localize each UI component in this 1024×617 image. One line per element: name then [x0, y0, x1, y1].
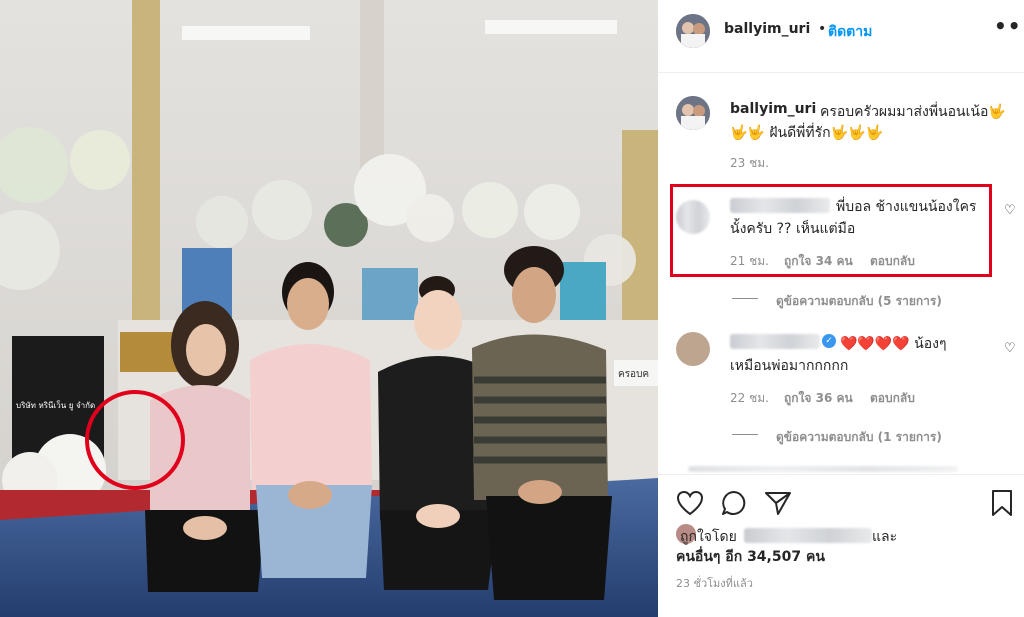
follow-button[interactable]: ติดตาม [828, 21, 872, 43]
funeral-family-photo: บริษัท หรินีเว็น ยู จำกัด ครอบค [0, 0, 658, 617]
comment-username-blurred[interactable] [730, 198, 830, 213]
comment-likes[interactable]: ถูกใจ 36 คน [784, 389, 853, 408]
comment-reply-button[interactable]: ตอบกลับ [870, 389, 915, 408]
comment-time: 21 ชม. [730, 254, 769, 268]
verified-badge-icon: ✓ [822, 334, 836, 348]
actions-divider [658, 474, 1024, 475]
comment-like-icon[interactable]: ♡ [1004, 203, 1016, 218]
header-divider [658, 72, 1024, 73]
like-icon[interactable] [676, 490, 704, 516]
author-username[interactable]: ballyim_uri [724, 21, 810, 37]
post-side-panel: ballyim_uri • ติดตาม ••• ballyim_uri ครอ… [658, 0, 1024, 617]
liker-username-blurred[interactable] [744, 528, 872, 543]
comment-text-line2: เหมือนพ่อมากกกกก [730, 358, 849, 374]
author-avatar[interactable] [676, 14, 710, 48]
share-icon[interactable] [764, 490, 792, 516]
caption-text-line1: ครอบครัวผมมาส่งพี่นอนเน้อ🤟 [820, 104, 1006, 120]
comment-text-line1: พี่บอล ช้างแขนน้องใคร [836, 199, 977, 215]
comment-likes[interactable]: ถูกใจ 34 คน [784, 252, 853, 271]
view-replies-button[interactable]: ดูข้อความตอบกลับ (1 รายการ) [776, 428, 942, 447]
comment-icon[interactable] [720, 489, 748, 517]
comment-avatar[interactable] [676, 200, 710, 234]
caption-time: 23 ชม. [730, 156, 769, 170]
sign-right-text: ครอบค [618, 369, 649, 380]
view-replies-button[interactable]: ดูข้อความตอบกลับ (5 รายการ) [776, 292, 942, 311]
post-photo[interactable]: บริษัท หรินีเว็น ยู จำกัด ครอบค [0, 0, 658, 617]
liked-by-prefix: ถูกใจโดย [680, 529, 737, 545]
comment-time: 22 ชม. [730, 391, 769, 405]
sign-left-text: บริษัท หรินีเว็น ยู จำกัด [16, 400, 95, 411]
caption-username[interactable]: ballyim_uri [730, 101, 816, 117]
comment-text-line1: ❤️❤️❤️❤️ น้องๆ [840, 336, 947, 352]
comment-avatar[interactable] [676, 332, 710, 366]
caption-text-line2: 🤟🤟 ฝันดีพี่ที่รัก🤟🤟🤟 [730, 125, 883, 141]
view-replies-line [732, 298, 758, 299]
liked-by-conj: และ [872, 529, 898, 545]
comment-partial [688, 466, 958, 472]
comment-text-line2: นั้งครับ ?? เห็นแต่มือ [730, 221, 856, 237]
comment-like-icon[interactable]: ♡ [1004, 341, 1016, 356]
follow-separator: • [818, 21, 827, 37]
post-timestamp[interactable]: 23 ชั่วโมงที่แล้ว [676, 574, 753, 592]
view-replies-line [732, 434, 758, 435]
comment-username-blurred[interactable] [730, 334, 820, 349]
comment-reply-button[interactable]: ตอบกลับ [870, 252, 915, 271]
liked-by-others[interactable]: คนอื่นๆ อีก 34,507 คน [676, 546, 825, 568]
bookmark-icon[interactable] [990, 489, 1014, 517]
more-options-icon[interactable]: ••• [994, 14, 1024, 38]
caption-avatar[interactable] [676, 96, 710, 130]
